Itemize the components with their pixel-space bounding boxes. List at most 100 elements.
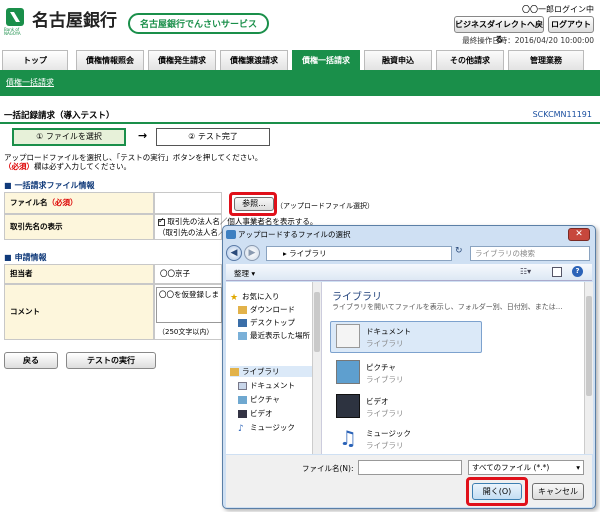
tab-claim-inquiry[interactable]: 債権情報照会 <box>76 50 144 70</box>
file-section-title: 一括請求ファイル情報 <box>4 180 95 191</box>
sub-navigation <box>0 70 600 96</box>
bank-logo-icon <box>6 8 24 26</box>
nav-libraries-label: ライブラリ <box>242 367 280 376</box>
nav-pictures-label: ピクチャ <box>250 395 280 404</box>
dialog-app-icon <box>226 230 236 239</box>
bank-name-en: Bank of NAGOYA <box>4 27 21 36</box>
direct-back-button[interactable]: ビジネスダイレクトへ戻る <box>454 16 544 44</box>
file-required-tag: （必須） <box>47 198 78 207</box>
videos-library-icon[interactable] <box>336 394 360 418</box>
file-name-value-cell <box>154 192 222 214</box>
refresh-icon[interactable]: ↻ <box>455 246 463 256</box>
library-videos-name[interactable]: ビデオ <box>366 396 389 407</box>
main-tabs: トップ 債権情報照会 債権発生請求 債権譲渡請求 債権一括請求 融資申込 その他… <box>2 50 598 70</box>
display-name-checkbox[interactable] <box>158 216 165 226</box>
browse-note: （アップロードファイル選択） <box>276 202 374 210</box>
nav-libraries[interactable]: ライブラリ <box>230 366 312 377</box>
applicant-section-title: 申請情報 <box>4 252 47 263</box>
nav-scroll-thumb[interactable] <box>314 292 320 352</box>
tab-claim-transfer[interactable]: 債権譲渡請求 <box>220 50 288 70</box>
step-arrow: → <box>138 129 148 142</box>
address-text: ライブラリ <box>289 249 327 258</box>
nav-documents[interactable]: ドキュメント <box>238 380 295 391</box>
nav-scrollbar[interactable] <box>312 282 321 454</box>
screen-id: SCKCMN11191 <box>532 110 592 119</box>
recent-places-icon <box>238 332 247 340</box>
pictures-icon <box>238 396 247 404</box>
library-scrollbar[interactable] <box>584 282 593 454</box>
required-tag: （必須） <box>4 162 34 171</box>
library-description: ライブラリを開いてファイルを表示し、フォルダー別、日付別、または... <box>332 303 563 311</box>
filename-input[interactable] <box>358 460 462 475</box>
cancel-button[interactable]: キャンセル <box>532 483 584 500</box>
nav-videos[interactable]: ビデオ <box>238 408 273 419</box>
nav-music[interactable]: ♪ ミュージック <box>238 422 295 434</box>
nav-downloads[interactable]: ダウンロード <box>238 304 295 315</box>
star-icon: ★ <box>230 293 239 303</box>
login-user: 〇〇一郎ログイン中 <box>522 5 594 14</box>
dialog-close-button[interactable]: ✕ <box>568 228 590 241</box>
preview-pane-icon[interactable] <box>552 267 562 277</box>
tab-management[interactable]: 管理業務 <box>508 50 584 70</box>
pictures-library-icon[interactable] <box>336 360 360 384</box>
tab-loan-application[interactable]: 融資申込 <box>364 50 432 70</box>
nav-desktop-label: デスクトップ <box>250 318 295 327</box>
library-title: ライブラリ <box>332 292 382 303</box>
documents-library-icon <box>336 324 360 348</box>
bank-name: 名古屋銀行 <box>32 11 117 31</box>
comment-value: 〇〇を仮登録しま <box>159 290 219 299</box>
logout-button[interactable]: ログアウト <box>548 16 594 33</box>
documents-icon <box>238 382 247 390</box>
tab-top[interactable]: トップ <box>2 50 68 70</box>
libraries-icon <box>230 368 239 376</box>
tab-bulk-request[interactable]: 債権一括請求 <box>292 50 360 70</box>
library-videos-sub: ライブラリ <box>366 409 404 418</box>
step-select-file: ① ファイルを選択 <box>12 128 126 146</box>
forward-arrow-icon[interactable]: ▶ <box>244 245 260 261</box>
library-music-sub: ライブラリ <box>366 441 404 450</box>
last-operation-time: 最終操作日時：2016/04/20 10:00:00 <box>462 36 594 45</box>
tab-claim-issue[interactable]: 債権発生請求 <box>148 50 216 70</box>
view-options-icon[interactable]: ☷▾ <box>520 267 531 276</box>
nav-recent-label: 最近表示した場所 <box>250 331 310 340</box>
nav-desktop[interactable]: デスクトップ <box>238 317 295 328</box>
back-arrow-icon[interactable]: ◀ <box>226 245 242 261</box>
library-music-name[interactable]: ミュージック <box>366 428 411 439</box>
nav-downloads-label: ダウンロード <box>250 305 295 314</box>
library-search-input[interactable]: ライブラリの検索 <box>470 246 590 261</box>
library-pictures-name[interactable]: ピクチャ <box>366 362 396 373</box>
library-scroll-thumb[interactable] <box>586 296 592 396</box>
address-bar[interactable]: ▸ ライブラリ <box>266 246 452 261</box>
music-library-icon[interactable]: ♫ <box>336 426 360 450</box>
dialog-toolbar <box>226 264 592 281</box>
nav-recent[interactable]: 最近表示した場所 <box>238 330 318 341</box>
nav-pictures[interactable]: ピクチャ <box>238 394 280 405</box>
nav-music-label: ミュージック <box>250 423 295 432</box>
organize-menu[interactable]: 整理 ▾ <box>234 268 255 279</box>
step-test-complete: ② テスト完了 <box>156 128 270 146</box>
instruction-required: （必須）欄は必ず入力してください。 <box>4 161 131 172</box>
file-type-value: すべてのファイル (*.*) <box>472 463 550 472</box>
downloads-folder-icon <box>238 306 247 314</box>
music-icon: ♪ <box>238 424 244 434</box>
address-arrow: ▸ <box>283 249 287 258</box>
library-documents-sub: ライブラリ <box>366 339 404 348</box>
comment-label: コメント <box>4 284 154 340</box>
videos-icon <box>238 410 247 418</box>
nav-favorites[interactable]: ★ お気に入り <box>230 291 280 303</box>
run-test-button[interactable]: テストの実行 <box>66 352 156 369</box>
person-label: 担当者 <box>4 264 154 284</box>
nav-favorites-label: お気に入り <box>242 292 280 301</box>
help-icon[interactable]: ? <box>572 266 583 277</box>
dialog-title: アップロードするファイルの選択 <box>238 230 351 239</box>
file-name-label-text: ファイル名 <box>10 198 48 207</box>
subnav-bulk-request-link[interactable]: 債権一括請求 <box>6 77 54 88</box>
file-type-select[interactable]: すべてのファイル (*.*) ▾ <box>468 460 584 475</box>
tab-other-request[interactable]: その他請求 <box>436 50 504 70</box>
chevron-down-icon: ▾ <box>576 463 580 472</box>
display-name-note: （取引先の法人名／ <box>158 228 226 237</box>
open-button-highlight <box>466 477 528 506</box>
file-name-label: ファイル名（必須） <box>4 192 154 214</box>
back-button[interactable]: 戻る <box>4 352 58 369</box>
library-pictures-sub: ライブラリ <box>366 375 404 384</box>
